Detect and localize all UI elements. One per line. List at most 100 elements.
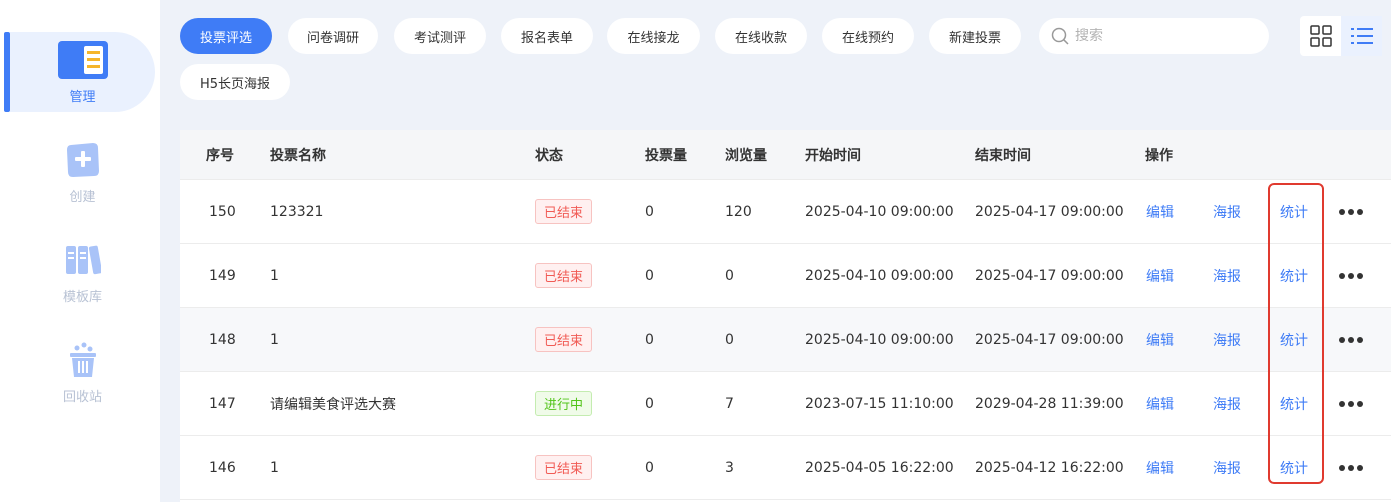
row-start-time: 2025-04-05 16:22:00 [805,459,954,476]
col-header-id: 序号 [206,147,234,164]
col-header-end-time: 结束时间 [975,147,1031,164]
stats-link[interactable]: 统计 [1280,308,1308,371]
row-id: 150 [209,203,236,220]
table-header: 序号 投票名称 状态 投票量 浏览量 开始时间 结束时间 操作 [180,130,1391,180]
table-row: 146 1 已结束 0 3 2025-04-05 16:22:00 2025-0… [180,436,1391,500]
row-name: 1 [270,459,279,476]
more-options-icon[interactable] [1339,464,1363,471]
row-id: 149 [209,267,236,284]
tab-h5-poster[interactable]: H5长页海报 [180,64,290,100]
template-icon [58,240,108,280]
grid-icon [1309,25,1332,47]
edit-link[interactable]: 编辑 [1146,372,1174,435]
more-options-icon[interactable] [1339,400,1363,407]
list-view-button[interactable] [1341,16,1382,56]
row-end-time: 2029-04-28 11:39:00 [975,395,1124,412]
row-views: 3 [725,459,734,476]
row-name: 123321 [270,203,324,220]
edit-link[interactable]: 编辑 [1146,244,1174,307]
row-votes: 0 [645,203,654,220]
row-end-time: 2025-04-17 09:00:00 [975,267,1124,284]
row-views: 7 [725,395,734,412]
row-end-time: 2025-04-17 09:00:00 [975,331,1124,348]
row-name: 请编辑美食评选大赛 [270,396,396,413]
grid-view-button[interactable] [1300,16,1341,56]
row-end-time: 2025-04-12 16:22:00 [975,459,1124,476]
sidebar-item-create[interactable]: 创建 [10,132,155,212]
poster-link[interactable]: 海报 [1213,244,1241,307]
tab-survey[interactable]: 问卷调研 [288,18,378,54]
search-input[interactable] [1075,28,1255,44]
sidebar-item-label: 管理 [69,89,96,105]
row-id: 147 [209,395,236,412]
sidebar-item-label: 创建 [69,189,96,205]
poster-link[interactable]: 海报 [1213,436,1241,499]
row-end-time: 2025-04-17 09:00:00 [975,203,1124,220]
stats-link[interactable]: 统计 [1280,244,1308,307]
table-row: 150 123321 已结束 0 120 2025-04-10 09:00:00… [180,180,1391,244]
search-icon [1051,27,1069,45]
trash-icon [58,340,108,380]
row-id: 148 [209,331,236,348]
tab-registration-form[interactable]: 报名表单 [501,18,593,54]
row-start-time: 2025-04-10 09:00:00 [805,203,954,220]
stats-link[interactable]: 统计 [1280,180,1308,243]
status-badge: 已结束 [535,327,593,352]
row-start-time: 2025-04-10 09:00:00 [805,331,954,348]
tab-online-booking[interactable]: 在线预约 [822,18,914,54]
sidebar-item-trash[interactable]: 回收站 [10,332,155,412]
view-toggle [1300,16,1382,56]
poster-link[interactable]: 海报 [1213,180,1241,243]
row-views: 120 [725,203,752,220]
table-row: 149 1 已结束 0 0 2025-04-10 09:00:00 2025-0… [180,244,1391,308]
row-name: 1 [270,267,279,284]
sidebar-item-label: 回收站 [62,389,102,405]
row-views: 0 [725,331,734,348]
row-votes: 0 [645,459,654,476]
edit-link[interactable]: 编辑 [1146,180,1174,243]
table-row: 148 1 已结束 0 0 2025-04-10 09:00:00 2025-0… [180,308,1391,372]
edit-link[interactable]: 编辑 [1146,308,1174,371]
row-name: 1 [270,331,279,348]
tab-vote-selection[interactable]: 投票评选 [180,18,272,54]
sidebar-item-manage[interactable]: 管理 [10,32,155,112]
stats-link[interactable]: 统计 [1280,436,1308,499]
col-header-start-time: 开始时间 [805,147,861,164]
col-header-status: 状态 [535,147,563,164]
row-votes: 0 [645,331,654,348]
col-header-name: 投票名称 [270,147,326,164]
sidebar-item-template[interactable]: 模板库 [10,232,155,312]
row-id: 146 [209,459,236,476]
row-votes: 0 [645,267,654,284]
col-header-views: 浏览量 [725,147,767,164]
sidebar-item-label: 模板库 [62,289,102,305]
create-icon [58,140,108,180]
col-header-votes: 投票量 [645,147,687,164]
list-icon [1350,26,1373,46]
row-votes: 0 [645,395,654,412]
col-header-actions: 操作 [1145,147,1173,164]
more-options-icon[interactable] [1339,336,1363,343]
tab-online-payment[interactable]: 在线收款 [715,18,807,54]
search-box [1039,18,1269,54]
table-row: 147 请编辑美食评选大赛 进行中 0 7 2023-07-15 11:10:0… [180,372,1391,436]
status-badge: 进行中 [535,391,593,416]
row-start-time: 2025-04-10 09:00:00 [805,267,954,284]
status-badge: 已结束 [535,455,593,480]
status-badge: 已结束 [535,263,593,288]
new-vote-button[interactable]: 新建投票 [929,18,1021,54]
row-start-time: 2023-07-15 11:10:00 [805,395,954,412]
manage-icon [57,40,108,80]
row-views: 0 [725,267,734,284]
poster-link[interactable]: 海报 [1213,372,1241,435]
tab-exam[interactable]: 考试测评 [394,18,486,54]
vote-table: 序号 投票名称 状态 投票量 浏览量 开始时间 结束时间 操作 150 1233… [180,130,1391,502]
sidebar: 管理 创建 模板库 回收站 [0,0,160,502]
poster-link[interactable]: 海报 [1213,308,1241,371]
tab-online-relay[interactable]: 在线接龙 [607,18,700,54]
stats-link[interactable]: 统计 [1280,372,1308,435]
status-badge: 已结束 [535,199,593,224]
more-options-icon[interactable] [1339,272,1363,279]
edit-link[interactable]: 编辑 [1146,436,1174,499]
more-options-icon[interactable] [1339,208,1363,215]
